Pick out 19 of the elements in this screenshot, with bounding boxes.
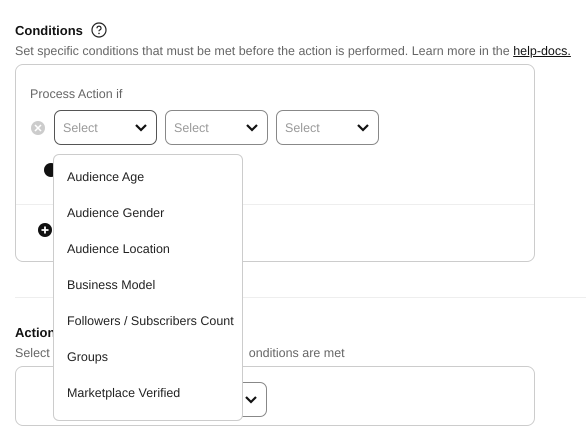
chevron-down-icon (244, 395, 258, 404)
section-description: onditions are met (248, 346, 345, 360)
chevron-down-icon (134, 123, 148, 132)
chevron-down-icon (356, 123, 370, 132)
help-docs-link[interactable]: help-docs. (513, 44, 571, 58)
plus-circle-icon[interactable] (38, 223, 52, 237)
menu-item[interactable]: Followers / Subscribers Count (54, 303, 242, 339)
section-title: Conditions (15, 22, 83, 38)
menu-item[interactable]: Marketplace Verified (54, 375, 242, 411)
section-description: Select (15, 346, 50, 360)
menu-item[interactable]: Business Model (54, 267, 242, 303)
rule-label: Process Action if (30, 87, 124, 101)
menu-item[interactable]: Audience Gender (54, 195, 242, 231)
section-description: Set specific conditions that must be met before the action is performed. Learn more in the help-docs. (15, 44, 572, 58)
menu-item[interactable]: Groups (54, 339, 242, 375)
help-icon[interactable] (90, 22, 107, 38)
menu-item[interactable]: Audience Age (54, 159, 242, 195)
chevron-down-icon (245, 123, 259, 132)
menu-item[interactable]: Audience Location (54, 231, 242, 267)
